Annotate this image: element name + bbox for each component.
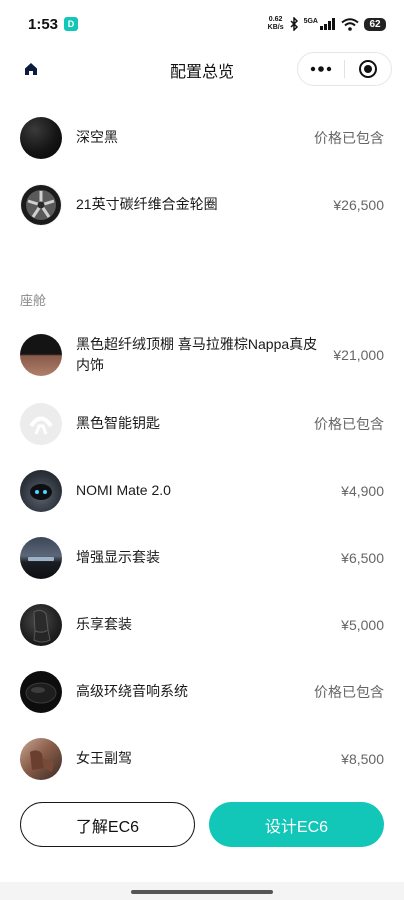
close-miniprogram-button[interactable] xyxy=(345,53,391,85)
item-price: 价格已包含 xyxy=(314,415,384,432)
dashboard-icon xyxy=(28,556,54,561)
passenger-seat-thumbnail xyxy=(20,737,62,780)
list-item-smart-key[interactable]: 黑色智能钥匙 价格已包含 xyxy=(0,390,404,457)
display-thumbnail xyxy=(20,536,62,579)
item-name: 乐享套装 xyxy=(76,616,132,632)
list-item-exterior-color[interactable]: 深空黑 价格已包含 xyxy=(0,104,404,171)
learn-ec6-button[interactable]: 了解EC6 xyxy=(20,802,195,847)
item-name: 高级环绕音响系统 xyxy=(76,683,188,699)
item-price: 价格已包含 xyxy=(314,129,384,146)
item-name: 增强显示套装 xyxy=(76,549,160,565)
item-name: 黑色智能钥匙 xyxy=(76,415,160,431)
list-item-wheels[interactable]: 21英寸碳纤维合金轮圈 ¥26,500 xyxy=(0,171,404,238)
status-icons: 0.62 KB/s 5GA 62 xyxy=(268,16,386,32)
more-dots-icon xyxy=(310,66,332,72)
status-bar: 1:53 D 0.62 KB/s 5GA 62 xyxy=(0,0,404,48)
home-icon xyxy=(25,63,37,75)
design-ec6-button[interactable]: 设计EC6 xyxy=(209,802,384,847)
wheel-icon xyxy=(21,184,61,225)
interior-color-thumbnail xyxy=(20,334,62,376)
item-name: 21英寸碳纤维合金轮圈 xyxy=(76,196,218,212)
speaker-thumbnail xyxy=(20,670,62,713)
list-item-audio-system[interactable]: 高级环绕音响系统 价格已包含 xyxy=(0,658,404,725)
list-item-nomi-mate[interactable]: NOMI Mate 2.0 ¥4,900 xyxy=(0,457,404,524)
passenger-seat-icon xyxy=(30,749,54,772)
gesture-area xyxy=(0,882,404,900)
key-thumbnail xyxy=(20,402,62,445)
list-item-queen-seat[interactable]: 女王副驾 ¥8,500 xyxy=(0,725,404,792)
signal-icon xyxy=(320,18,335,30)
item-price: ¥6,500 xyxy=(341,549,384,566)
color-swatch-thumbnail xyxy=(20,116,62,159)
list-item-interior[interactable]: 黑色超纤绒顶棚 喜马拉雅棕Nappa真皮内饰 ¥21,000 xyxy=(0,320,404,390)
nio-logo-icon xyxy=(29,416,53,435)
item-name: NOMI Mate 2.0 xyxy=(76,482,171,498)
target-close-icon xyxy=(359,60,377,78)
item-price: ¥8,500 xyxy=(341,750,384,767)
battery-indicator: 62 xyxy=(364,17,386,31)
item-price: ¥4,900 xyxy=(341,482,384,499)
home-gesture-bar[interactable] xyxy=(131,890,273,894)
item-price: ¥21,000 xyxy=(333,347,384,363)
network-speed-unit: KB/s xyxy=(267,24,284,31)
seat-thumbnail xyxy=(20,603,62,646)
item-name: 黑色超纤绒顶棚 喜马拉雅棕Nappa真皮内饰 xyxy=(76,336,318,373)
mini-program-capsule xyxy=(297,52,392,86)
item-name: 深空黑 xyxy=(76,129,118,145)
section-label-cabin: 座舱 xyxy=(20,293,47,308)
speaker-icon xyxy=(25,682,57,703)
app-notification-icon: D xyxy=(64,17,79,31)
item-name: 女王副驾 xyxy=(76,750,132,766)
wifi-icon xyxy=(341,17,359,31)
list-item-comfort-package[interactable]: 乐享套装 ¥5,000 xyxy=(0,591,404,658)
item-price: ¥26,500 xyxy=(333,196,384,213)
seat-icon xyxy=(33,609,51,642)
list-item-display-package[interactable]: 增强显示套装 ¥6,500 xyxy=(0,524,404,591)
nav-bar: 配置总览 xyxy=(0,48,404,90)
nomi-thumbnail xyxy=(20,469,62,512)
more-button[interactable] xyxy=(298,53,344,85)
config-list: 深空黑 价格已包含 21英寸碳纤维合金轮圈 ¥26,500 座舱 黑色超纤绒顶棚… xyxy=(0,104,404,792)
item-price: 价格已包含 xyxy=(314,683,384,700)
network-speed: 0.62 KB/s xyxy=(268,16,284,32)
item-price: ¥5,000 xyxy=(341,616,384,633)
home-button[interactable] xyxy=(20,58,42,80)
status-time: 1:53 xyxy=(28,15,59,33)
wheel-thumbnail xyxy=(20,183,62,226)
bluetooth-icon xyxy=(290,17,298,31)
network-speed-value: 0.62 xyxy=(268,16,283,23)
network-type: 5GA xyxy=(303,18,318,25)
nomi-robot-icon xyxy=(30,483,52,500)
